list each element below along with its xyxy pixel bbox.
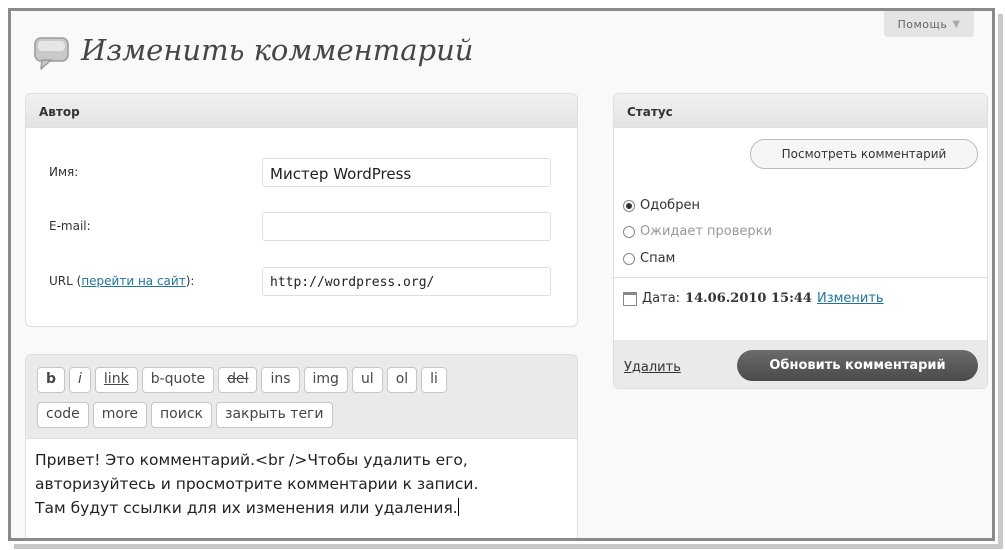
screen-frame: Помощь ▼ Изменить комментарий Автор Имя:… [8,8,995,541]
quicktag-li-button[interactable]: li [421,367,447,393]
status-option-spam[interactable]: Спам [623,251,675,266]
page-title: Изменить комментарий [81,33,474,67]
status-footer: Удалить Обновить комментарий [614,340,987,388]
comment-textarea[interactable]: Привет! Это комментарий.<br />Чтобы удал… [26,438,577,538]
quicktag-close-tags-button[interactable]: закрыть теги [216,402,333,428]
status-option-approved[interactable]: Одобрен [623,198,700,213]
radio-spam[interactable] [623,252,635,265]
status-divider [614,277,987,278]
calendar-icon [623,291,637,306]
status-option-approved-label: Одобрен [640,198,700,213]
radio-pending[interactable] [623,225,635,238]
edit-date-link[interactable]: Изменить [817,291,884,306]
quicktag-italic-button[interactable]: i [69,367,91,393]
help-button[interactable]: Помощь ▼ [884,11,974,37]
quicktag-more-button[interactable]: more [92,402,148,428]
quicktag-bquote-button[interactable]: b-quote [141,367,215,393]
comment-line-1: Привет! Это комментарий.<br />Чтобы удал… [35,451,468,469]
comment-line-3: Там будут ссылки для их изменения или уд… [35,496,571,520]
quicktags-row-1: b i link b-quote del ins img ul ol li [37,367,447,393]
quicktag-del-button[interactable]: del [218,367,258,393]
url-label-prefix: URL ( [49,274,82,288]
visit-site-link[interactable]: перейти на сайт [81,274,185,288]
date-label: Дата: [642,291,681,306]
comment-bubble-icon [34,37,69,70]
status-box: Статус Посмотреть комментарий Одобрен Ож… [613,93,988,389]
email-input[interactable] [262,212,551,241]
name-input[interactable]: Мистер WordPress [262,158,551,187]
quicktag-link-button[interactable]: link [94,367,138,393]
comment-line-2: авторизуйтесь и просмотрите комментарии … [35,475,479,493]
author-heading: Автор [26,94,577,128]
triangle-down-icon: ▼ [952,18,961,30]
help-label: Помощь [897,17,948,31]
quicktag-search-button[interactable]: поиск [151,402,213,428]
url-label: URL (перейти на сайт): [49,274,194,288]
delete-comment-link[interactable]: Удалить [624,360,681,375]
frame-shadow-right [998,14,1003,544]
text-caret [457,498,459,516]
quicktag-code-button[interactable]: code [37,402,89,428]
quicktag-ul-button[interactable]: ul [351,367,383,393]
comment-editor: b i link b-quote del ins img ul ol li co… [25,354,578,538]
author-box: Автор Имя: Мистер WordPress E-mail: URL … [25,93,578,327]
url-input[interactable]: http://wordpress.org/ [262,267,551,296]
status-option-pending[interactable]: Ожидает проверки [623,224,772,239]
url-label-suffix: ): [185,274,195,288]
quicktag-ol-button[interactable]: ol [386,367,418,393]
email-label: E-mail: [49,219,91,233]
view-comment-button[interactable]: Посмотреть комментарий [750,139,978,169]
status-option-spam-label: Спам [640,251,676,266]
radio-approved[interactable] [623,199,635,212]
quicktag-bold-button[interactable]: b [37,367,66,393]
quicktags-row-2: code more поиск закрыть теги [37,402,333,428]
quicktag-img-button[interactable]: img [303,367,348,393]
frame-shadow-bottom [14,544,1003,549]
comment-line-3-text: Там будут ссылки для их изменения или уд… [35,499,458,517]
update-comment-button[interactable]: Обновить комментарий [737,350,978,381]
date-value: 14.06.2010 15:44 [685,291,812,306]
status-heading: Статус [614,94,987,128]
quicktag-ins-button[interactable]: ins [261,367,300,393]
comment-date: Дата: 14.06.2010 15:44 Изменить [623,291,884,306]
name-label: Имя: [49,165,79,179]
status-option-pending-label: Ожидает проверки [640,224,772,239]
